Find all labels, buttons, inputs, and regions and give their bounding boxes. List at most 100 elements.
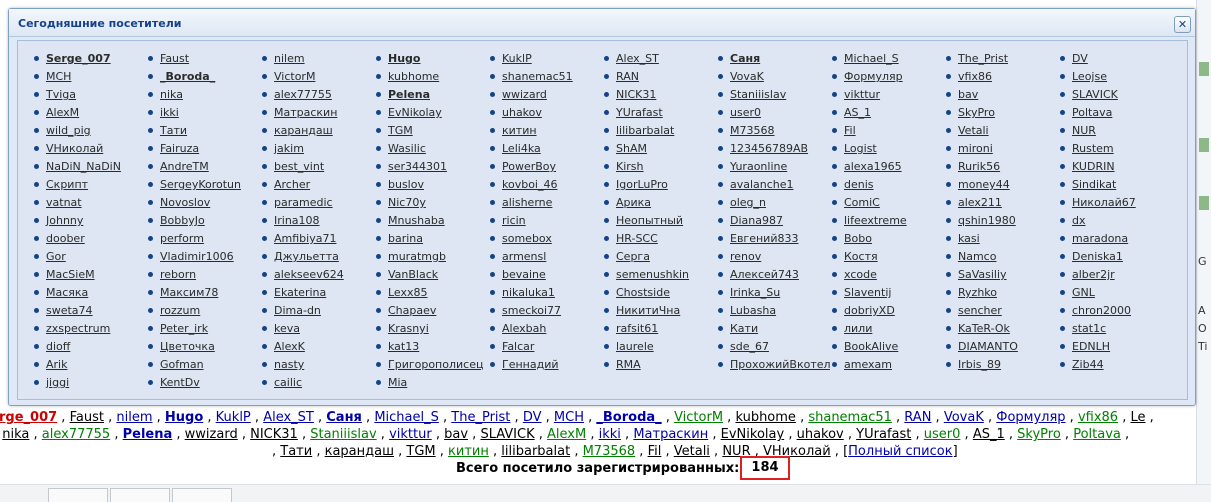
- visitor-link[interactable]: Chostside: [616, 286, 670, 299]
- online-user-link[interactable]: AS_1: [973, 427, 1005, 442]
- visitor-link[interactable]: perform: [160, 232, 204, 245]
- online-user-link[interactable]: VictorM: [674, 410, 723, 425]
- online-user-link[interactable]: KuklP: [216, 410, 251, 425]
- visitor-link[interactable]: Sindikat: [1072, 178, 1116, 191]
- visitor-link[interactable]: ikki: [160, 106, 179, 119]
- visitor-link[interactable]: Евгений833: [730, 232, 798, 245]
- visitor-link[interactable]: Kirsh: [616, 160, 644, 173]
- visitor-link[interactable]: PowerBoy: [502, 160, 556, 173]
- visitor-link[interactable]: Amfibiya71: [274, 232, 336, 245]
- visitor-link[interactable]: YUrafast: [616, 106, 663, 119]
- visitor-link[interactable]: EvNikolay: [388, 106, 442, 119]
- visitor-link[interactable]: vikttur: [844, 88, 880, 101]
- visitor-link[interactable]: SkyPro: [958, 106, 995, 119]
- visitor-link[interactable]: Ryzhko: [958, 286, 997, 299]
- online-user-link[interactable]: alex77755: [42, 427, 110, 442]
- visitor-link[interactable]: semenushkin: [616, 268, 689, 281]
- visitor-link[interactable]: maradona: [1072, 232, 1128, 245]
- visitor-link[interactable]: Leojse: [1072, 70, 1107, 83]
- visitor-link[interactable]: SLAVICK: [1072, 88, 1118, 101]
- visitor-link[interactable]: RMA: [616, 358, 641, 371]
- online-user-link[interactable]: Poltava: [1073, 427, 1121, 442]
- visitor-link[interactable]: kovboi_46: [502, 178, 557, 191]
- visitor-link[interactable]: Logist: [844, 142, 877, 155]
- online-user-link[interactable]: lilibarbalat: [501, 444, 570, 459]
- visitor-link[interactable]: Alex_ST: [616, 52, 659, 65]
- online-user-link[interactable]: The_Prist: [451, 410, 510, 425]
- visitor-link[interactable]: HR-SCC: [616, 232, 658, 245]
- visitor-link[interactable]: Николай67: [1072, 196, 1136, 209]
- visitor-link[interactable]: Diana987: [730, 214, 783, 227]
- visitor-link[interactable]: Krasnyi: [388, 322, 429, 335]
- online-user-link[interactable]: TGM: [406, 444, 435, 459]
- visitor-link[interactable]: GNL: [1072, 286, 1095, 299]
- visitor-link[interactable]: Michael_S: [844, 52, 899, 65]
- visitor-link[interactable]: armensl: [502, 250, 546, 263]
- online-user-link[interactable]: NICK31: [250, 427, 298, 442]
- visitor-link[interactable]: ShAM: [616, 142, 647, 155]
- visitor-link[interactable]: Rurik56: [958, 160, 1000, 173]
- online-user-link[interactable]: SLAVICK: [480, 427, 534, 442]
- visitor-link[interactable]: Mia: [388, 376, 407, 389]
- visitor-link[interactable]: nikaluka1: [502, 286, 555, 299]
- online-user-link[interactable]: _Boroda_: [596, 410, 661, 425]
- online-user-link[interactable]: карандаш: [325, 444, 394, 459]
- online-user-link[interactable]: Формуляр: [996, 410, 1065, 425]
- visitor-link[interactable]: jiggi: [46, 376, 69, 389]
- visitor-link[interactable]: vatnat: [46, 196, 82, 209]
- visitor-link[interactable]: doober: [46, 232, 85, 245]
- visitor-link[interactable]: Bobo: [844, 232, 872, 245]
- visitor-link[interactable]: laurele: [616, 340, 654, 353]
- visitor-link[interactable]: Тати: [160, 124, 187, 137]
- visitor-link[interactable]: Irinka_Su: [730, 286, 780, 299]
- visitor-link[interactable]: Максим78: [160, 286, 218, 299]
- visitor-link[interactable]: Faust: [160, 52, 189, 65]
- visitor-link[interactable]: ser344301: [388, 160, 447, 173]
- visitor-link[interactable]: Gor: [46, 250, 66, 263]
- visitor-link[interactable]: RAN: [616, 70, 639, 83]
- visitor-link[interactable]: Fairuza: [160, 142, 199, 155]
- visitor-link[interactable]: Johnny: [46, 214, 83, 227]
- visitor-link[interactable]: ricin: [502, 214, 526, 227]
- visitor-link[interactable]: НикитиЧна: [616, 304, 680, 317]
- visitor-link[interactable]: Leli4ka: [502, 142, 541, 155]
- visitor-link[interactable]: shanemac51: [502, 70, 573, 83]
- visitor-link[interactable]: kubhome: [388, 70, 439, 83]
- visitor-link[interactable]: Poltava: [1072, 106, 1112, 119]
- visitor-link[interactable]: AlexK: [274, 340, 305, 353]
- visitor-link[interactable]: Арика: [616, 196, 651, 209]
- visitor-link[interactable]: EDNLH: [1072, 340, 1110, 353]
- visitor-link[interactable]: money44: [958, 178, 1010, 191]
- online-user-link[interactable]: YUrafast: [856, 427, 911, 442]
- visitor-link[interactable]: Матраскин: [274, 106, 337, 119]
- online-user-link[interactable]: nilem: [116, 410, 152, 425]
- online-user-link[interactable]: wwizard: [185, 427, 238, 442]
- visitor-link[interactable]: NICK31: [616, 88, 656, 101]
- visitor-link[interactable]: NUR: [1072, 124, 1096, 137]
- online-user-link[interactable]: bav: [444, 427, 468, 442]
- visitor-link[interactable]: Chapaev: [388, 304, 436, 317]
- visitor-link[interactable]: best_vint: [274, 160, 324, 173]
- visitor-link[interactable]: vfix86: [958, 70, 992, 83]
- visitor-link[interactable]: kat13: [388, 340, 419, 353]
- visitor-link[interactable]: Arik: [46, 358, 67, 371]
- online-user-link[interactable]: ikki: [599, 427, 621, 442]
- online-user-link[interactable]: user0: [924, 427, 961, 442]
- visitor-link[interactable]: Namco: [958, 250, 996, 263]
- visitor-link[interactable]: Геннадий: [502, 358, 559, 371]
- visitor-link[interactable]: DIAMANTO: [958, 340, 1018, 353]
- visitor-link[interactable]: BobbyJo: [160, 214, 205, 227]
- visitor-link[interactable]: Неопытный: [616, 214, 683, 227]
- visitor-link[interactable]: lilibarbalat: [616, 124, 674, 137]
- visitor-link[interactable]: jakim: [274, 142, 304, 155]
- visitor-link[interactable]: nika: [160, 88, 183, 101]
- visitor-link[interactable]: Григорополисец: [388, 358, 483, 371]
- visitor-link[interactable]: VictorM: [274, 70, 315, 83]
- visitor-link[interactable]: The_Prist: [958, 52, 1008, 65]
- visitor-link[interactable]: Novoslov: [160, 196, 210, 209]
- visitor-link[interactable]: keva: [274, 322, 300, 335]
- visitor-link[interactable]: bevaine: [502, 268, 546, 281]
- visitor-link[interactable]: alekseev624: [274, 268, 344, 281]
- visitor-link[interactable]: alex211: [958, 196, 1002, 209]
- visitor-link[interactable]: AS_1: [844, 106, 871, 119]
